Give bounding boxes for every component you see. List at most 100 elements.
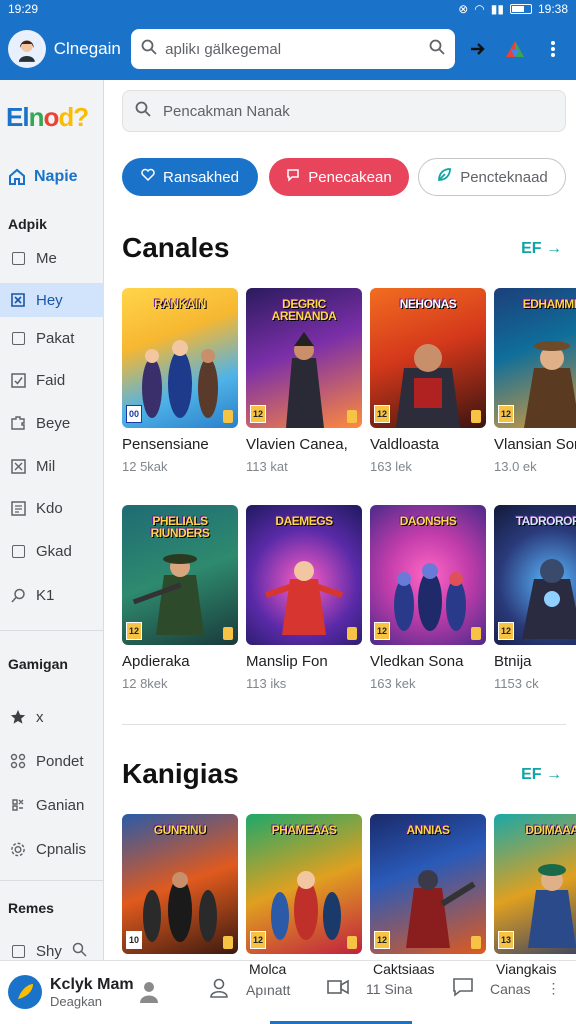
person-icon: [208, 977, 230, 1002]
puzzle-icon: [10, 415, 26, 431]
status-time-right: 19:38: [537, 2, 568, 16]
game-meta: 113 kat: [246, 459, 288, 474]
game-card[interactable]: GUNRINU 10: [122, 814, 238, 954]
apps-icon: [10, 753, 26, 769]
sidebar-item-mil[interactable]: Mil: [0, 449, 104, 483]
top-search-input[interactable]: aplikı gälkegemal: [131, 29, 455, 69]
video-icon: [326, 977, 350, 1000]
game-card[interactable]: TADRORORU 12 Btnija 1153 ck: [494, 505, 576, 691]
person-silhouette-icon[interactable]: [136, 979, 162, 1010]
chip-pencteknaad[interactable]: Pencteknaad: [418, 158, 566, 196]
bottom-navigation: Kclyk Mam Deagkan Apınatt Molca 11 Sina …: [0, 960, 576, 1024]
game-thumbnail: ANNIAS 12: [370, 814, 486, 954]
colorful-triangle-icon[interactable]: [500, 34, 530, 64]
sidebar-item-cpnalis[interactable]: Cpnalis: [0, 832, 104, 866]
game-card[interactable]: NEHONAS 12 Valdloasta 163 lek: [370, 288, 486, 474]
nav-item-messages[interactable]: Canas ⋮: [452, 977, 560, 1000]
game-thumbnail: PHAMEAAS 12: [246, 814, 362, 954]
sidebar-section-title: Remes: [8, 900, 54, 916]
sidebar-item-pondet[interactable]: Pondet: [0, 744, 104, 778]
sidebar-item-pakat[interactable]: Pakat: [0, 321, 104, 355]
arrow-right-icon: →: [546, 766, 562, 783]
forward-arrow-icon[interactable]: [463, 34, 493, 64]
game-card[interactable]: DEGRIC ARENANDA 12 Vlavien Canea, 113 ka…: [246, 288, 362, 474]
chat-icon: [286, 168, 300, 186]
feather-icon: [18, 984, 33, 999]
game-art: [265, 561, 343, 635]
game-meta: 12 5kak: [122, 459, 168, 474]
settings-icon: [10, 797, 26, 813]
app-title: Clnegain: [53, 39, 121, 58]
game-meta: 113 iks: [246, 676, 287, 691]
avatar[interactable]: [8, 30, 46, 68]
app-bar: Clnegain aplikı gälkegemal: [0, 18, 576, 80]
game-meta: 12 8kek: [122, 676, 168, 691]
game-name-overflow: Viangkais: [496, 961, 557, 977]
chip-ransakhed[interactable]: Ransakhed: [122, 158, 258, 196]
sidebar-item-beye[interactable]: Beye: [0, 406, 104, 440]
see-all-link[interactable]: EF →: [521, 766, 562, 784]
sidebar: Elnod? Napie Adpik Me Hey Pakat Faid Bey…: [0, 80, 104, 960]
sidebar-divider: [0, 630, 104, 631]
sidebar-item-faid[interactable]: Faid: [0, 363, 104, 397]
checkbox-icon: [10, 330, 26, 346]
nav-item-library[interactable]: 11 Sina: [326, 977, 412, 1000]
logo: Elnod?: [6, 102, 89, 132]
sidebar-item-me[interactable]: Me: [0, 241, 104, 275]
checkbox-icon: [10, 543, 26, 559]
battery-icon: [509, 4, 532, 14]
status-icons: ⊗ ◠ ▮▮ 19:38: [458, 2, 568, 16]
chip-penecakean[interactable]: Penecakean: [269, 158, 409, 196]
sidebar-divider: [0, 880, 104, 881]
game-card[interactable]: PHAMEAAS 12: [246, 814, 362, 954]
sidebar-item-home[interactable]: Napie: [8, 168, 78, 186]
game-thumbnail: GUNRINU 10: [122, 814, 238, 954]
game-name: Valdloasta: [370, 436, 439, 453]
game-name: Apdieraka: [122, 653, 190, 670]
see-all-link[interactable]: EF →: [521, 240, 562, 258]
sidebar-item-ganian[interactable]: Ganian: [0, 788, 104, 822]
sidebar-item-k1[interactable]: K1: [0, 578, 104, 612]
content-search-input[interactable]: Pencakman Nanak: [122, 90, 566, 132]
more-vert-icon[interactable]: [538, 34, 568, 64]
search-icon: [135, 101, 151, 121]
game-thumbnail: DAONSHS 12: [370, 505, 486, 645]
sidebar-section-title: Adpik: [8, 216, 47, 232]
message-icon: [452, 977, 474, 1000]
game-thumbnail: TADRORORU 12: [494, 505, 576, 645]
sidebar-item-favorites[interactable]: x: [0, 700, 104, 734]
status-bar: 19:29 ⊗ ◠ ▮▮ 19:38: [0, 0, 576, 18]
mute-icon: ⊗: [458, 2, 469, 16]
section-title-kanigias: Kanigias: [122, 758, 239, 789]
game-name: Manslip Fon: [246, 653, 328, 670]
checkbox-icon: [10, 250, 26, 266]
game-name: Btnija: [494, 653, 532, 670]
sidebar-item-gkad[interactable]: Gkad: [0, 534, 104, 568]
nav-item-account[interactable]: Apınatt: [208, 977, 290, 1002]
sidebar-item-kdo[interactable]: Kdo: [0, 491, 104, 525]
game-card[interactable]: DAONSHS 12 Vledkan Sona 163 kek: [370, 505, 486, 691]
game-card[interactable]: RANKAIN 00 Pensensiane 12 5kak: [122, 288, 238, 474]
profile-button[interactable]: Kclyk Mam Deagkan: [8, 975, 134, 1009]
more-vert-icon[interactable]: ⋮: [546, 980, 560, 997]
search-icon: [10, 587, 26, 603]
game-name-overflow: Caktsiaas: [373, 961, 435, 977]
game-card[interactable]: DDIMAAA 13: [494, 814, 576, 954]
game-card[interactable]: EDHAMME 12 Vlansian Sonya 13.0 ek: [494, 288, 576, 474]
check-box-icon: [10, 372, 26, 388]
top-search-placeholder: aplikı gälkegemal: [165, 40, 282, 58]
game-thumbnail: DEGRIC ARENANDA 12: [246, 288, 362, 428]
search-icon[interactable]: [72, 942, 87, 961]
game-card[interactable]: DAEMEGS Manslip Fon 113 iks: [246, 505, 362, 691]
game-thumbnail: RANKAIN 00: [122, 288, 238, 428]
content-search-placeholder: Pencakman Nanak: [163, 102, 290, 120]
grid-icon: [10, 458, 26, 474]
game-thumbnail: EDHAMME 12: [494, 288, 576, 428]
game-card[interactable]: ANNIAS 12: [370, 814, 486, 954]
wifi-icon: ◠: [474, 2, 485, 16]
status-time-left: 19:29: [8, 2, 39, 16]
search-submit-icon[interactable]: [429, 39, 445, 59]
sidebar-item-hey[interactable]: Hey: [0, 283, 104, 317]
game-card[interactable]: PHELIALS RIUNDERS 12 Apdieraka 12 8kek: [122, 505, 238, 691]
game-meta: 13.0 ek: [494, 459, 537, 474]
